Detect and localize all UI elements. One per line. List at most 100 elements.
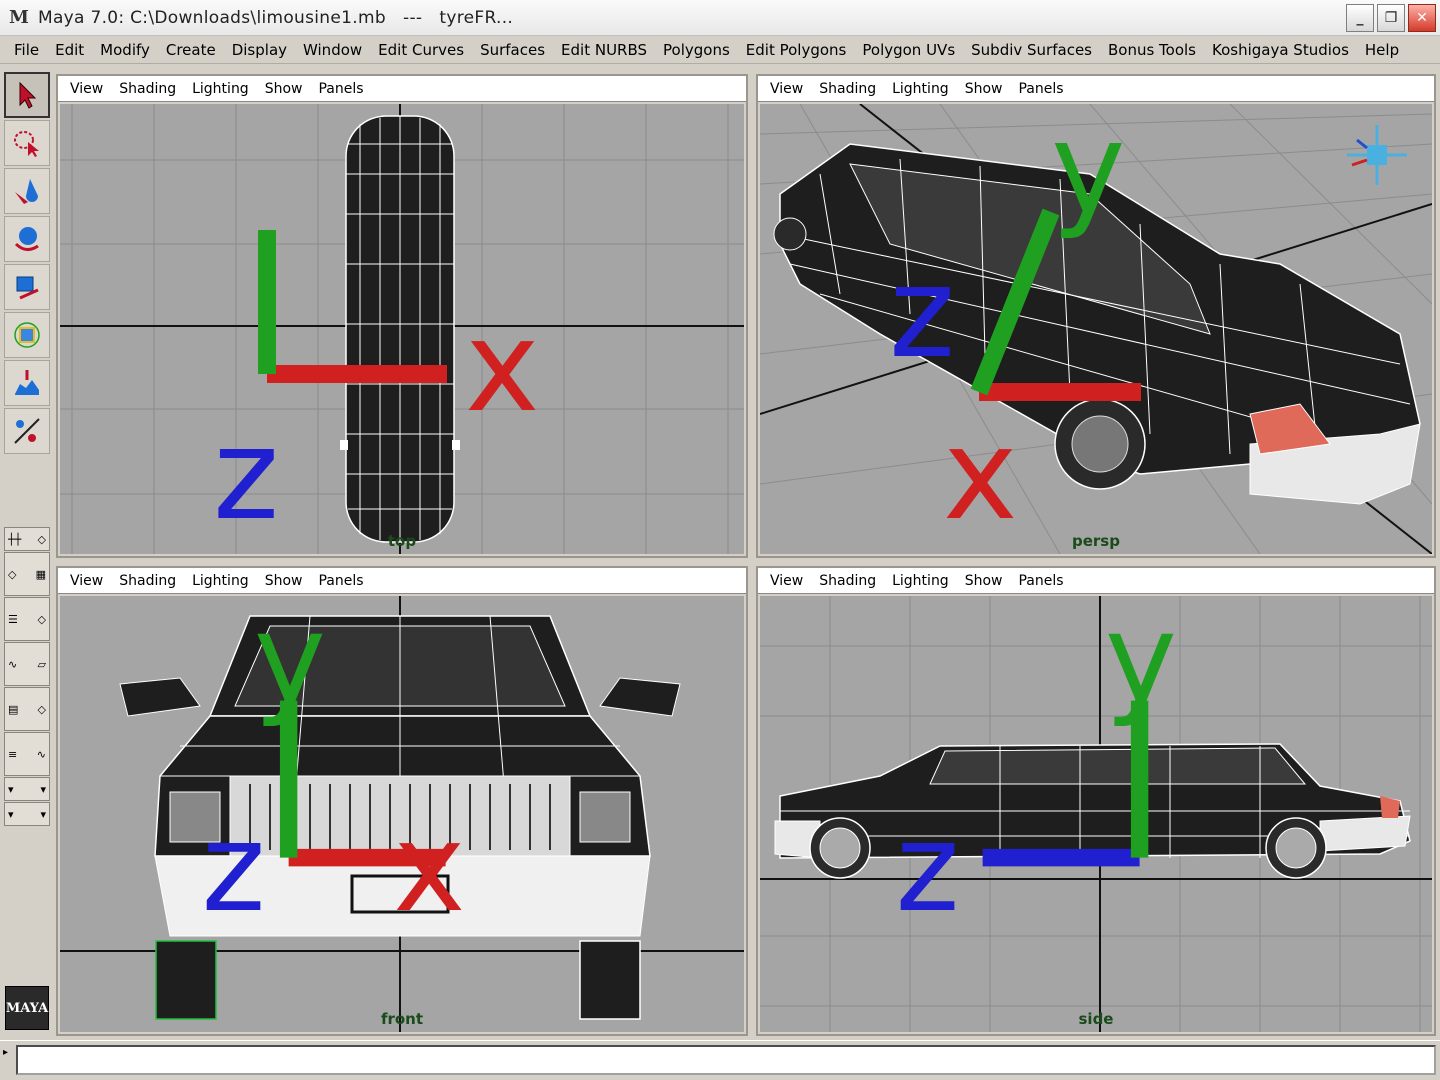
paint-select-icon: [15, 179, 38, 204]
panel-menu-lighting[interactable]: Lighting: [884, 81, 957, 97]
viewport-top[interactable]: x z top: [60, 104, 744, 554]
panel-menu-shading[interactable]: Shading: [811, 81, 884, 97]
diamond-icon: ◇: [37, 702, 46, 716]
axis-label-z: z: [201, 797, 265, 939]
lasso-tool-icon: [14, 131, 39, 157]
axis-label-y: y: [1051, 104, 1126, 242]
camera-label-side: side: [1078, 1010, 1114, 1028]
rotate-tool-button[interactable]: [4, 264, 50, 310]
panel-menu-shading[interactable]: Shading: [111, 81, 184, 97]
chevron-down-icon: ▾: [8, 807, 14, 821]
menu-edit-polygons[interactable]: Edit Polygons: [738, 41, 855, 59]
panel-menu-lighting[interactable]: Lighting: [884, 573, 957, 589]
menu-file[interactable]: File: [6, 41, 47, 59]
chevron-down-icon: ▾: [8, 782, 14, 796]
axis-indicator: y z x: [889, 104, 1141, 548]
menu-display[interactable]: Display: [224, 41, 295, 59]
panel-top: View Shading Lighting Show Panels x z to…: [56, 74, 748, 558]
panel-menu-view[interactable]: View: [62, 573, 111, 589]
scale-tool-button[interactable]: [4, 312, 50, 358]
menu-window[interactable]: Window: [295, 41, 370, 59]
rotate-tool-icon: [16, 276, 39, 300]
paint-select-button[interactable]: [4, 168, 50, 214]
axis-label-y: y: [254, 596, 326, 730]
move-tool-button[interactable]: [4, 216, 50, 262]
menu-surfaces[interactable]: Surfaces: [472, 41, 553, 59]
panel-menu-show[interactable]: Show: [957, 81, 1011, 97]
viewport-side[interactable]: y z side: [760, 596, 1432, 1032]
menu-subdiv-surfaces[interactable]: Subdiv Surfaces: [963, 41, 1100, 59]
layout-graph-editor-button[interactable]: ∿ ▱: [4, 642, 50, 686]
menu-bar: File Edit Modify Create Display Window E…: [0, 36, 1440, 64]
menu-polygon-uvs[interactable]: Polygon UVs: [854, 41, 963, 59]
layout-trax-button[interactable]: ≡ ∿: [4, 732, 50, 776]
layout-hypershade-button[interactable]: ▤ ◇: [4, 687, 50, 731]
panel-persp: View Shading Lighting Show Panels y z x …: [756, 74, 1436, 558]
panel-menu-view[interactable]: View: [62, 81, 111, 97]
expand-arrow-icon[interactable]: ▸: [3, 1047, 8, 1058]
layout-single-view-button[interactable]: ◇ ▦: [4, 552, 50, 596]
panel-menu-show[interactable]: Show: [257, 81, 311, 97]
camera-label-top: top: [387, 532, 417, 550]
maya-app-icon[interactable]: M: [6, 5, 32, 31]
maximize-button[interactable]: ❐: [1377, 4, 1405, 32]
window-controls: _ ❐ ✕: [1346, 4, 1436, 32]
minimize-button[interactable]: _: [1346, 4, 1374, 32]
panel-menu-panels[interactable]: Panels: [1010, 81, 1071, 97]
camera-label-front: front: [380, 1010, 424, 1028]
lasso-tool-button[interactable]: [4, 120, 50, 166]
layout-dropdown-1[interactable]: ▾ ▾: [4, 777, 50, 801]
hypershade-icon: ▤: [8, 702, 19, 716]
panel-menu-panels[interactable]: Panels: [310, 81, 371, 97]
menu-modify[interactable]: Modify: [92, 41, 158, 59]
sculpt-tool-button[interactable]: [4, 360, 50, 406]
axis-indicator: y z: [895, 596, 1177, 939]
status-bar: ▸: [0, 1040, 1440, 1080]
panel-side: View Shading Lighting Show Panels y z si…: [756, 566, 1436, 1036]
panel-menu-bar: View Shading Lighting Show Panels: [58, 76, 746, 102]
panel-menu-show[interactable]: Show: [257, 573, 311, 589]
title-bar: M Maya 7.0: C:\Downloads\limousine1.mb -…: [0, 0, 1440, 36]
menu-edit[interactable]: Edit: [47, 41, 92, 59]
menu-edit-curves[interactable]: Edit Curves: [370, 41, 472, 59]
menu-help[interactable]: Help: [1357, 41, 1407, 59]
panel-menu-shading[interactable]: Shading: [111, 573, 184, 589]
manipulator-button[interactable]: [4, 408, 50, 454]
panel-menu-view[interactable]: View: [762, 81, 811, 97]
menu-koshigaya-studios[interactable]: Koshigaya Studios: [1204, 41, 1357, 59]
panel-menu-bar: View Shading Lighting Show Panels: [758, 568, 1434, 594]
layout-outliner-button[interactable]: ☰ ◇: [4, 597, 50, 641]
panel-menu-panels[interactable]: Panels: [310, 573, 371, 589]
menu-polygons[interactable]: Polygons: [655, 41, 738, 59]
menu-create[interactable]: Create: [158, 41, 224, 59]
menu-edit-nurbs[interactable]: Edit NURBS: [553, 41, 655, 59]
command-line[interactable]: [16, 1045, 1436, 1075]
chevron-down-icon: ▾: [40, 807, 46, 821]
panel-menu-lighting[interactable]: Lighting: [184, 573, 257, 589]
viewport-front[interactable]: y z x front: [60, 596, 744, 1032]
trax-icon: ≡: [8, 747, 18, 761]
camera-label-persp: persp: [1072, 532, 1120, 550]
panel-menu-view[interactable]: View: [762, 573, 811, 589]
scale-tool-icon: [14, 322, 40, 348]
layout-four-view-button[interactable]: ┼┼ ◇: [4, 527, 50, 551]
sculpt-tool-icon: [15, 370, 39, 395]
close-button[interactable]: ✕: [1408, 4, 1436, 32]
select-tool-button[interactable]: [4, 72, 50, 118]
panel-menu-panels[interactable]: Panels: [1010, 573, 1071, 589]
panel-front: View Shading Lighting Show Panels y z x …: [56, 566, 748, 1036]
select-tool-icon: [19, 81, 37, 109]
panel-menu-shading[interactable]: Shading: [811, 573, 884, 589]
layout-dropdown-2[interactable]: ▾ ▾: [4, 802, 50, 826]
axis-label-z: z: [889, 239, 955, 386]
menu-bonus-tools[interactable]: Bonus Tools: [1100, 41, 1204, 59]
axis-indicator: x z: [213, 230, 540, 548]
panel-menu-bar: View Shading Lighting Show Panels: [58, 568, 746, 594]
diamond-icon: ◇: [37, 532, 46, 546]
axis-indicator: y z x: [201, 596, 465, 939]
panel-menu-lighting[interactable]: Lighting: [184, 81, 257, 97]
panel-menu-show[interactable]: Show: [957, 573, 1011, 589]
move-tool-icon: [14, 227, 39, 251]
viewport-persp[interactable]: y z x persp: [760, 104, 1432, 554]
axis-label-y: y: [1105, 596, 1177, 730]
